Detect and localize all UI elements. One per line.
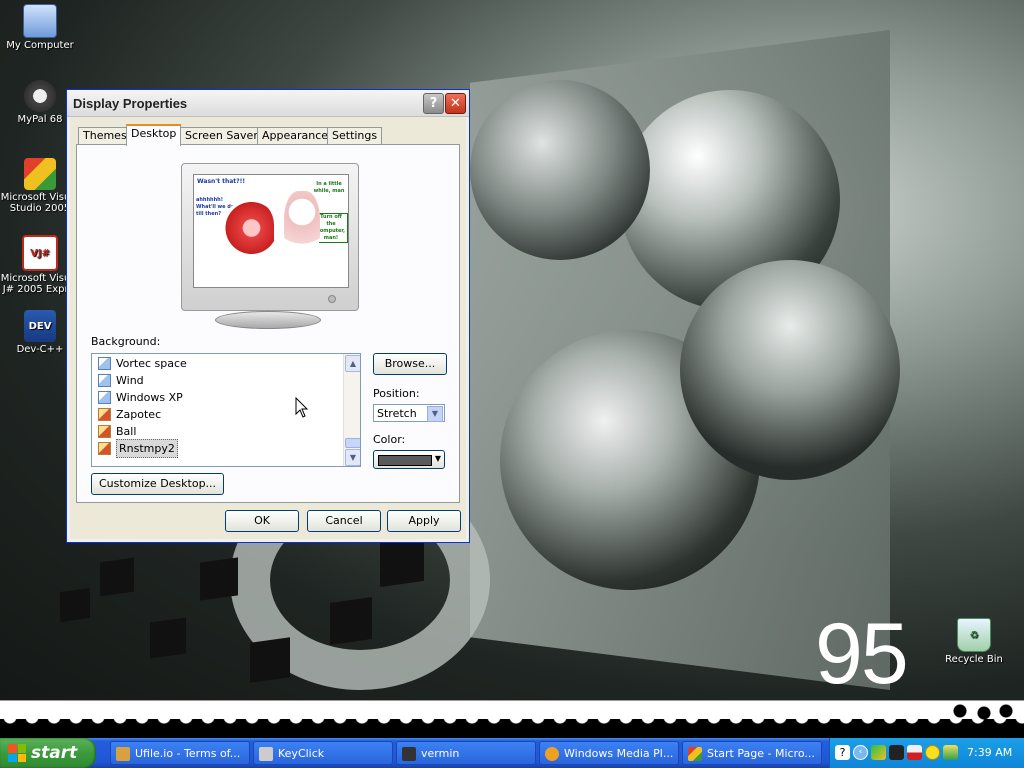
cartoon-chihuahua <box>224 201 274 261</box>
wallpaper-tile <box>150 617 186 659</box>
theater-silhouette <box>0 719 1024 739</box>
flag-icon[interactable] <box>907 745 922 760</box>
tab-appearance[interactable]: Appearance <box>257 127 334 144</box>
taskbar-item-media-player[interactable]: Windows Media Pl... <box>539 741 679 765</box>
list-item[interactable]: Windows XP <box>98 389 183 406</box>
start-label: start <box>31 743 78 763</box>
wallpaper-tile <box>100 557 134 597</box>
list-item[interactable]: Vortec space <box>98 355 187 372</box>
wallpaper-tile <box>200 557 238 601</box>
wallpaper-sphere <box>680 260 900 480</box>
recycle-bin-icon: ♻ <box>957 618 991 652</box>
monitor-power-led <box>328 295 336 303</box>
help-icon: ? <box>429 96 438 111</box>
list-item[interactable]: Ball <box>98 423 136 440</box>
tab-screen-saver[interactable]: Screen Saver <box>180 127 263 144</box>
dev-cpp-icon: DEV <box>24 310 56 342</box>
background-list[interactable]: Vortec space Wind Windows XP Zapotec Bal… <box>91 353 361 467</box>
apply-button[interactable]: Apply <box>387 510 461 532</box>
chevron-down-icon: ▼ <box>434 454 441 463</box>
close-icon: ✕ <box>450 96 461 111</box>
tab-desktop[interactable]: Desktop <box>126 124 182 146</box>
image-file-icon <box>98 442 111 455</box>
bug-icon[interactable] <box>889 745 904 760</box>
list-scrollbar[interactable]: ▲ ▼ <box>343 354 360 466</box>
image-file-icon <box>98 425 111 438</box>
image-file-icon <box>98 408 111 421</box>
clock[interactable]: 7:39 AM <box>967 746 1012 759</box>
monitor-stand <box>215 311 321 329</box>
taskbar-item-start-page[interactable]: Start Page - Micro... <box>682 741 822 765</box>
preview-screen: Wasn't that?!! ahhhhhh! What'll we do ti… <box>193 174 349 288</box>
position-value: Stretch <box>377 407 417 420</box>
wallpaper-number: 95 <box>815 606 909 700</box>
html-file-icon <box>98 391 111 404</box>
color-label: Color: <box>373 433 406 446</box>
desktop-icon-recycle-bin[interactable]: ♻ Recycle Bin <box>934 618 1014 665</box>
chevron-down-icon: ▼ <box>427 406 443 422</box>
jsharp-icon: VJ# <box>22 235 58 271</box>
html-file-icon <box>98 374 111 387</box>
list-item-selected[interactable]: Rnstmpy2 <box>98 439 178 458</box>
html-file-icon <box>98 357 111 370</box>
color-picker[interactable]: ▼ <box>373 450 445 469</box>
help-button[interactable]: ? <box>423 93 444 114</box>
tab-settings[interactable]: Settings <box>327 127 383 144</box>
customize-desktop-button[interactable]: Customize Desktop... <box>91 473 224 495</box>
title-bar[interactable]: Display Properties ? ✕ <box>67 90 469 117</box>
taskbar: start Ufile.io - Terms of... KeyClick ve… <box>0 738 1024 768</box>
keyboard-icon <box>259 747 273 761</box>
display-properties-window: Display Properties ? ✕ Themes Desktop Sc… <box>66 89 470 543</box>
sun-icon[interactable] <box>925 745 940 760</box>
raccoon-icon <box>24 80 56 112</box>
monitor-preview: Wasn't that?!! ahhhhhh! What'll we do ti… <box>181 163 359 311</box>
background-label: Background: <box>91 335 161 348</box>
wallpaper-sphere <box>470 80 650 260</box>
desktop-icon-my-computer[interactable]: My Computer <box>0 4 80 51</box>
cancel-button[interactable]: Cancel <box>307 510 381 532</box>
desktop-bottom-strip <box>0 700 1024 739</box>
taskbar-item-ufile[interactable]: Ufile.io - Terms of... <box>110 741 250 765</box>
chevron-left-icon[interactable]: ‹ <box>853 745 868 760</box>
list-item[interactable]: Wind <box>98 372 144 389</box>
list-item[interactable]: Zapotec <box>98 406 161 423</box>
preview-caption: Wasn't that?!! <box>197 178 246 185</box>
bug-icon <box>402 747 416 761</box>
start-button[interactable]: start <box>0 738 96 768</box>
wallpaper-tile <box>380 536 424 588</box>
wallpaper-tile <box>60 587 90 623</box>
windows-logo-icon <box>8 744 26 762</box>
network-icon[interactable] <box>871 745 886 760</box>
help-icon[interactable]: ? <box>835 745 850 760</box>
color-swatch <box>378 455 432 466</box>
position-label: Position: <box>373 387 420 400</box>
window-title: Display Properties <box>73 96 188 111</box>
taskbar-item-keyclick[interactable]: KeyClick <box>253 741 393 765</box>
scroll-down-button[interactable]: ▼ <box>345 449 360 466</box>
tab-themes[interactable]: Themes <box>78 127 132 144</box>
wallpaper-tile <box>250 637 290 683</box>
taskbar-item-vermin[interactable]: vermin <box>396 741 536 765</box>
close-button[interactable]: ✕ <box>445 93 466 114</box>
ok-button[interactable]: OK <box>225 510 299 532</box>
media-player-icon <box>545 747 559 761</box>
scroll-thumb[interactable] <box>345 438 360 448</box>
scroll-up-button[interactable]: ▲ <box>345 355 360 372</box>
desktop-tab-panel: Wasn't that?!! ahhhhhh! What'll we do ti… <box>76 144 460 503</box>
shield-icon[interactable] <box>943 745 958 760</box>
system-tray: ? ‹ 7:39 AM <box>829 738 1024 768</box>
visual-studio-icon <box>24 158 56 190</box>
cartoon-cat <box>284 191 320 261</box>
position-select[interactable]: Stretch ▼ <box>373 404 445 422</box>
preview-caption: In a little while, man <box>313 181 345 194</box>
wallpaper-tile <box>330 597 372 645</box>
silhouette-figures <box>948 703 1018 727</box>
computer-icon <box>23 4 57 38</box>
browser-icon <box>116 747 130 761</box>
visual-studio-icon <box>688 747 702 761</box>
browse-button[interactable]: Browse... <box>373 353 447 375</box>
